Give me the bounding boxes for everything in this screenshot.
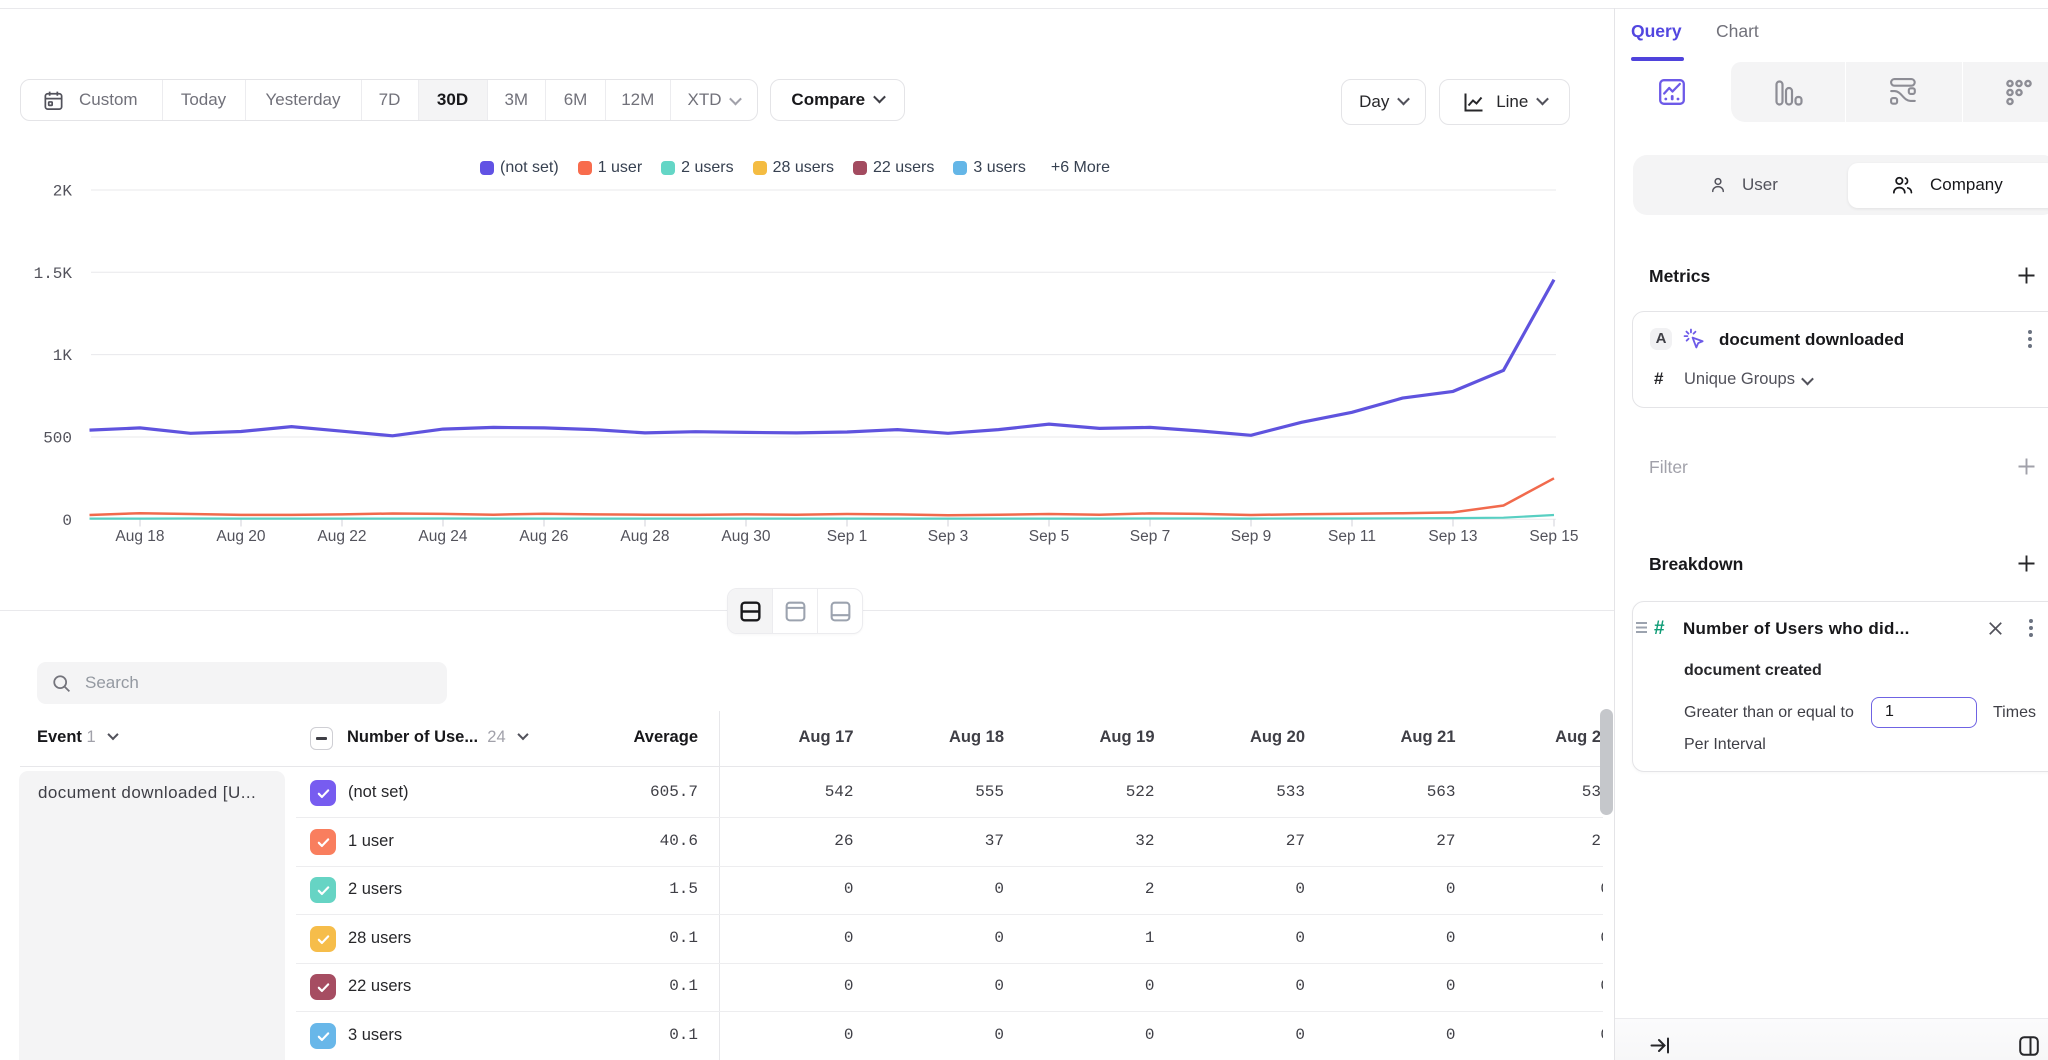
svg-text:Sep 13: Sep 13 [1428,528,1477,545]
svg-text:Aug 26: Aug 26 [519,528,568,545]
svg-text:Sep 15: Sep 15 [1529,528,1578,545]
svg-text:Sep 11: Sep 11 [1328,528,1376,545]
svg-text:2K: 2K [53,183,73,201]
svg-text:Sep 7: Sep 7 [1130,528,1171,545]
svg-text:Sep 3: Sep 3 [928,528,969,545]
svg-text:Aug 30: Aug 30 [721,528,771,545]
svg-text:Sep 5: Sep 5 [1029,528,1070,545]
svg-text:1K: 1K [53,347,73,365]
svg-text:500: 500 [43,430,72,448]
svg-text:Sep 1: Sep 1 [827,528,868,545]
svg-text:Sep 9: Sep 9 [1231,528,1272,545]
svg-text:Aug 24: Aug 24 [418,528,468,545]
svg-text:Aug 28: Aug 28 [620,528,669,545]
svg-text:Aug 22: Aug 22 [317,528,366,545]
svg-text:1.5K: 1.5K [34,265,73,283]
svg-text:Aug 20: Aug 20 [216,528,266,545]
svg-text:0: 0 [62,512,72,530]
svg-text:Aug 18: Aug 18 [115,528,164,545]
